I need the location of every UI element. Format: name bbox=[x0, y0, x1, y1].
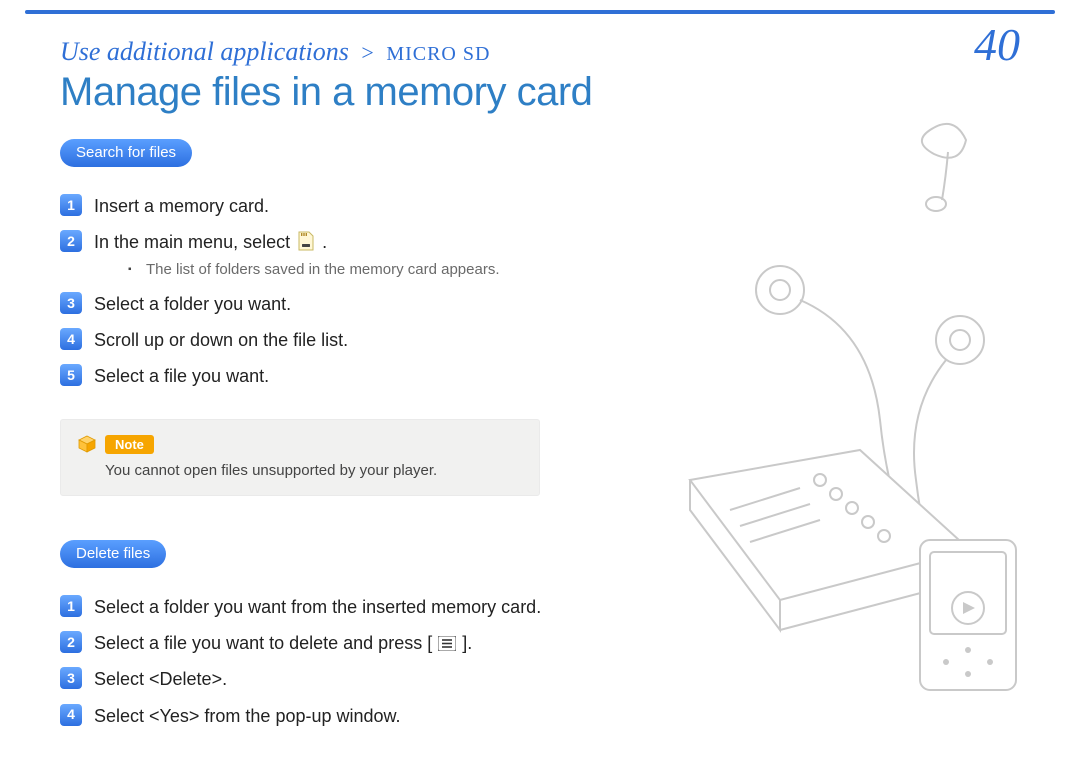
page-title: Manage files in a memory card bbox=[60, 70, 600, 115]
step-text: Scroll up or down on the file list. bbox=[94, 330, 348, 350]
section-search-heading: Search for files bbox=[60, 139, 192, 167]
breadcrumb-separator: > bbox=[355, 40, 379, 65]
search-steps: 1 Insert a memory card. 2 In the main me… bbox=[60, 193, 600, 389]
delete-steps: 1 Select a folder you want from the inse… bbox=[60, 594, 600, 728]
step-text: Select <Yes> from the pop-up window. bbox=[94, 706, 401, 726]
step-3: 3 Select a folder you want. bbox=[60, 291, 600, 317]
step-text: Select a folder you want. bbox=[94, 294, 291, 314]
note-box: Note You cannot open files unsupported b… bbox=[60, 419, 540, 496]
step-3: 3 Select <Delete>. bbox=[60, 666, 600, 692]
step-4: 4 Scroll up or down on the file list. bbox=[60, 327, 600, 353]
step-2: 2 In the main menu, select . The list of… bbox=[60, 229, 600, 281]
step-number-4: 4 bbox=[60, 704, 82, 726]
step-text-suffix: ]. bbox=[462, 633, 472, 653]
section-delete-heading: Delete files bbox=[60, 540, 166, 568]
step-number-2: 2 bbox=[60, 631, 82, 653]
page-number: 40 bbox=[974, 22, 1020, 68]
micro-sd-icon bbox=[297, 230, 315, 252]
breadcrumb-row: Use additional applications > MICRO SD 4… bbox=[60, 22, 1020, 68]
step-number-4: 4 bbox=[60, 328, 82, 350]
breadcrumb: Use additional applications > MICRO SD bbox=[60, 37, 490, 67]
step-text: Select a folder you want from the insert… bbox=[94, 597, 541, 617]
step-number-2: 2 bbox=[60, 230, 82, 252]
step-text: Select a file you want to delete and pre… bbox=[94, 633, 432, 653]
step-text: In the main menu, select bbox=[94, 232, 295, 252]
note-text: You cannot open files unsupported by you… bbox=[77, 462, 523, 479]
top-rule bbox=[25, 10, 1055, 14]
breadcrumb-section: MICRO SD bbox=[386, 43, 490, 65]
step-text: Select a file you want. bbox=[94, 366, 269, 386]
step-number-3: 3 bbox=[60, 667, 82, 689]
menu-button-icon bbox=[438, 632, 456, 647]
decorative-illustration bbox=[630, 110, 1050, 710]
cube-icon bbox=[77, 434, 97, 454]
note-header: Note bbox=[77, 434, 523, 454]
step-number-1: 1 bbox=[60, 595, 82, 617]
step-number-5: 5 bbox=[60, 364, 82, 386]
step-5: 5 Select a file you want. bbox=[60, 363, 600, 389]
step-text: Select <Delete>. bbox=[94, 669, 227, 689]
step-text-suffix: . bbox=[322, 232, 327, 252]
step-1: 1 Select a folder you want from the inse… bbox=[60, 594, 600, 620]
content-area: Manage files in a memory card Search for… bbox=[60, 70, 600, 749]
step-1: 1 Insert a memory card. bbox=[60, 193, 600, 219]
step-number-1: 1 bbox=[60, 194, 82, 216]
note-label: Note bbox=[105, 435, 154, 454]
step-text: Insert a memory card. bbox=[94, 196, 269, 216]
substep: The list of folders saved in the memory … bbox=[128, 259, 600, 281]
breadcrumb-parent: Use additional applications bbox=[60, 37, 349, 66]
step-4: 4 Select <Yes> from the pop-up window. bbox=[60, 703, 600, 729]
step-2: 2 Select a file you want to delete and p… bbox=[60, 630, 600, 656]
step-number-3: 3 bbox=[60, 292, 82, 314]
